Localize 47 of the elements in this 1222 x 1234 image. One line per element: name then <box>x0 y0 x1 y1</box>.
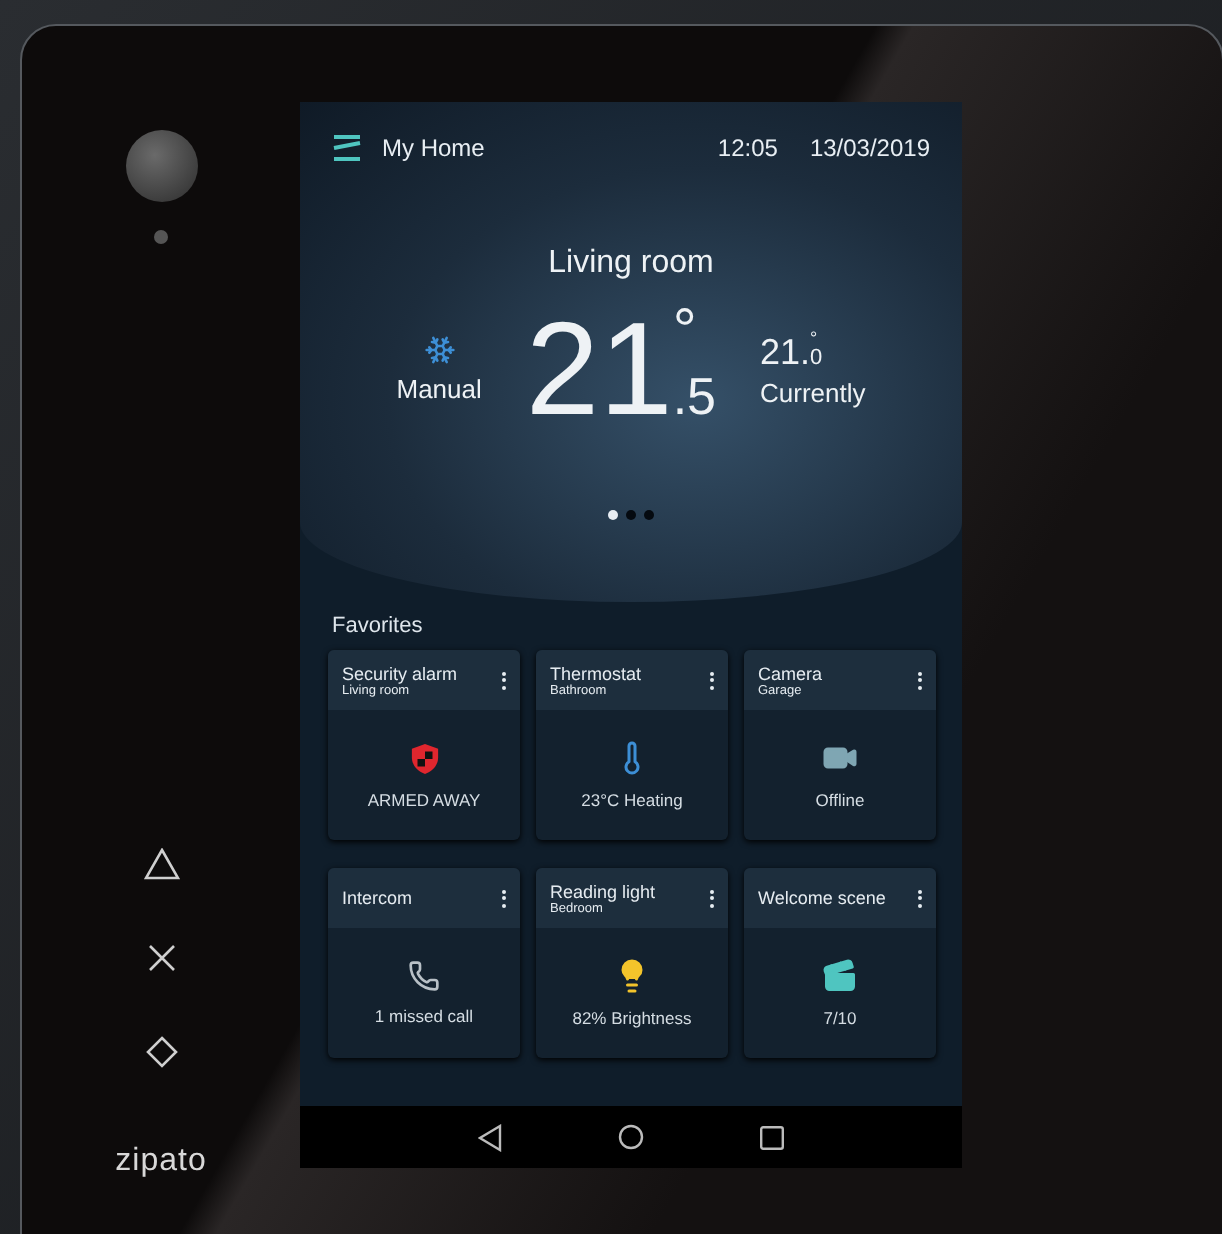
favorite-tile[interactable]: Intercom 1 missed call <box>328 868 520 1058</box>
current-decimal: 0 <box>810 347 823 369</box>
tile-status: Offline <box>815 790 865 810</box>
page-indicator-dot[interactable] <box>644 510 654 520</box>
tile-title: Reading light <box>550 881 658 901</box>
back-button[interactable] <box>478 1123 502 1151</box>
sensor-dot <box>154 230 168 244</box>
triangle-key-icon[interactable] <box>143 848 179 880</box>
tile-title: Thermostat <box>550 663 644 683</box>
current-label: Currently <box>760 377 866 407</box>
home-title: My Home <box>382 134 487 162</box>
mode-label: Manual <box>396 373 482 403</box>
current-temperature: 21. <box>760 333 811 369</box>
clapperboard-icon <box>822 958 858 994</box>
phone-icon <box>408 960 440 992</box>
setpoint-decimal: .5 <box>672 370 716 422</box>
tile-title: Welcome scene <box>758 888 888 908</box>
camera-lens <box>125 130 197 202</box>
home-icon <box>618 1124 644 1150</box>
page-indicator-dot[interactable] <box>626 510 636 520</box>
degree-sign: ° <box>810 329 820 347</box>
tile-title: Intercom <box>342 888 415 908</box>
favorite-tile[interactable]: Welcome scene 7/10 <box>744 868 936 1058</box>
date-text: 13/03/2019 <box>809 134 930 162</box>
tile-status: 7/10 <box>823 1008 857 1028</box>
cross-key-icon[interactable] <box>147 944 175 972</box>
menu-icon[interactable] <box>332 134 362 162</box>
diamond-key-icon[interactable] <box>145 1036 177 1068</box>
home-button[interactable] <box>618 1124 644 1150</box>
degree-sign: ° <box>672 302 699 362</box>
brand-logo: zipato <box>115 1144 207 1180</box>
tile-title: Security alarm <box>342 663 460 683</box>
shield-icon <box>409 741 439 775</box>
room-name: Living room <box>546 246 716 282</box>
setpoint-value: 21 <box>525 302 673 434</box>
tile-title: Camera <box>758 663 825 683</box>
recents-button[interactable] <box>760 1125 784 1149</box>
clock-time: 12:05 <box>717 134 778 162</box>
tile-status: 1 missed call <box>374 1006 474 1026</box>
recents-icon <box>760 1125 784 1149</box>
snowflake-icon <box>423 333 456 365</box>
page-indicator-dot[interactable] <box>608 510 618 520</box>
tile-status: ARMED AWAY <box>367 789 481 809</box>
favorites-heading: Favorites <box>332 614 425 638</box>
back-icon <box>478 1123 502 1151</box>
tile-status: 82% Brightness <box>572 1008 692 1028</box>
tile-status: 23°C Heating <box>581 790 683 810</box>
